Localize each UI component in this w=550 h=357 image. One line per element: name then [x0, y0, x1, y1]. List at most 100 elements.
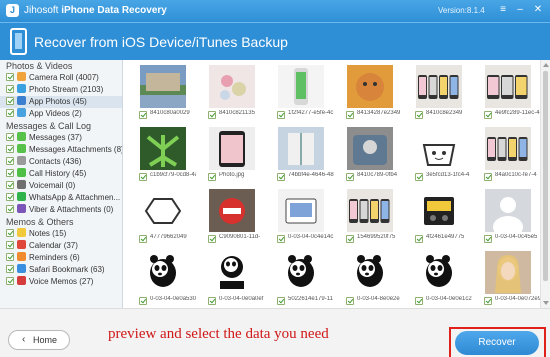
photo-thumbnail[interactable] [485, 127, 531, 170]
photo-tile[interactable]: 0-03-04-0e072e9 [475, 248, 541, 310]
sidebar-item[interactable]: WhatsApp & Attachmen... [0, 192, 122, 204]
photo-tile[interactable]: 84134287e2349 [337, 62, 403, 124]
photo-thumbnail[interactable] [416, 127, 462, 170]
category-checkbox[interactable] [6, 229, 14, 237]
sidebar-item[interactable]: Safari Bookmark (63) [0, 264, 122, 276]
category-checkbox[interactable] [6, 277, 14, 285]
photo-thumbnail[interactable] [347, 65, 393, 108]
scrollbar-thumb[interactable] [543, 71, 548, 281]
scroll-down-icon[interactable] [543, 301, 549, 305]
photo-tile[interactable]: 4e9fc289-11ec-4 [475, 62, 541, 124]
photo-tile[interactable]: 0-03-04-0e0a0ef [199, 248, 265, 310]
photo-thumbnail[interactable] [347, 189, 393, 232]
photo-tile[interactable]: 8410c8e2349 [406, 62, 472, 124]
category-checkbox[interactable] [6, 193, 14, 201]
sidebar-item[interactable]: Photo Stream (2103) [0, 84, 122, 96]
sidebar-item[interactable]: Call History (45) [0, 168, 122, 180]
photo-tile[interactable]: 84a0c10c-fe7-4 [475, 124, 541, 186]
photo-tile[interactable]: 0-03-04-0c4e14c [268, 186, 334, 248]
category-checkbox[interactable] [6, 241, 14, 249]
photo-checkbox[interactable] [208, 173, 216, 181]
photo-checkbox[interactable] [139, 297, 147, 305]
photo-checkbox[interactable] [484, 297, 492, 305]
photo-thumbnail[interactable] [416, 189, 462, 232]
photo-checkbox[interactable] [139, 235, 147, 243]
photo-checkbox[interactable] [415, 173, 423, 181]
photo-thumbnail[interactable] [278, 251, 324, 294]
category-checkbox[interactable] [6, 97, 14, 105]
photo-thumbnail[interactable] [140, 65, 186, 108]
sidebar-item[interactable]: App Videos (2) [0, 108, 122, 120]
photo-thumbnail[interactable] [209, 65, 255, 108]
vertical-scrollbar[interactable] [540, 60, 550, 308]
sidebar-item[interactable]: App Photos (45) [0, 96, 122, 108]
photo-thumbnail[interactable] [278, 65, 324, 108]
photo-checkbox[interactable] [484, 235, 492, 243]
recover-button[interactable]: Recover [455, 331, 539, 355]
photo-tile[interactable]: C9090801-11d- [199, 186, 265, 248]
sidebar-item[interactable]: Messages (37) [0, 132, 122, 144]
category-checkbox[interactable] [6, 169, 14, 177]
photo-tile[interactable]: 1f2f4277-e5fe-4c [268, 62, 334, 124]
photo-checkbox[interactable] [346, 297, 354, 305]
photo-checkbox[interactable] [277, 297, 285, 305]
photo-thumbnail[interactable] [209, 251, 255, 294]
sidebar-item[interactable]: Contacts (436) [0, 156, 122, 168]
photo-tile[interactable]: 8410c80a0029 [130, 62, 196, 124]
photo-checkbox[interactable] [139, 111, 147, 119]
sidebar-item[interactable]: Viber & Attachments (0) [0, 204, 122, 216]
sidebar-item[interactable]: Voicemail (0) [0, 180, 122, 192]
photo-checkbox[interactable] [484, 111, 492, 119]
photo-checkbox[interactable] [139, 173, 147, 181]
photo-thumbnail[interactable] [209, 189, 255, 232]
photo-thumbnail[interactable] [416, 251, 462, 294]
photo-thumbnail[interactable] [140, 251, 186, 294]
photo-tile[interactable]: 8410c821135 [199, 62, 265, 124]
photo-thumbnail[interactable] [485, 65, 531, 108]
photo-checkbox[interactable] [208, 235, 216, 243]
photo-thumbnail[interactable] [485, 251, 531, 294]
sidebar-item[interactable]: Reminders (6) [0, 252, 122, 264]
photo-checkbox[interactable] [415, 235, 423, 243]
photo-tile[interactable]: 5022614e179-11 [268, 248, 334, 310]
close-icon[interactable]: ✕ [531, 3, 545, 17]
category-checkbox[interactable] [6, 265, 14, 273]
photo-tile[interactable]: 0-03-04-0e0a530 [130, 248, 196, 310]
photo-tile[interactable]: 0-03-04-0c45e5 [475, 186, 541, 248]
sidebar-item[interactable]: Voice Memos (27) [0, 276, 122, 288]
photo-thumbnail[interactable] [416, 65, 462, 108]
photo-checkbox[interactable] [484, 173, 492, 181]
photo-checkbox[interactable] [415, 111, 423, 119]
photo-thumbnail[interactable] [278, 127, 324, 170]
photo-thumbnail[interactable] [278, 189, 324, 232]
category-checkbox[interactable] [6, 145, 14, 153]
photo-tile[interactable]: 3e5fcd13-1fc4-4 [406, 124, 472, 186]
category-checkbox[interactable] [6, 109, 14, 117]
category-checkbox[interactable] [6, 253, 14, 261]
category-checkbox[interactable] [6, 73, 14, 81]
photo-checkbox[interactable] [346, 235, 354, 243]
category-checkbox[interactable] [6, 181, 14, 189]
photo-checkbox[interactable] [277, 235, 285, 243]
photo-thumbnail[interactable] [347, 251, 393, 294]
photo-checkbox[interactable] [346, 111, 354, 119]
sidebar-item[interactable]: Notes (15) [0, 228, 122, 240]
photo-checkbox[interactable] [415, 297, 423, 305]
photo-checkbox[interactable] [208, 111, 216, 119]
photo-tile[interactable]: 154699520f75 [337, 186, 403, 248]
photo-thumbnail[interactable] [347, 127, 393, 170]
photo-checkbox[interactable] [346, 173, 354, 181]
photo-checkbox[interactable] [208, 297, 216, 305]
home-button[interactable]: ‹ Home [8, 330, 70, 350]
photo-thumbnail[interactable] [140, 127, 186, 170]
scroll-up-icon[interactable] [543, 63, 549, 67]
category-checkbox[interactable] [6, 85, 14, 93]
photo-tile[interactable]: 0-03-04-0e0e1c2 [406, 248, 472, 310]
minimize-icon[interactable]: – [513, 3, 527, 17]
sidebar-item[interactable]: Camera Roll (4007) [0, 72, 122, 84]
photo-tile[interactable]: Photo.jpg [199, 124, 265, 186]
sidebar-item[interactable]: Calendar (37) [0, 240, 122, 252]
category-checkbox[interactable] [6, 157, 14, 165]
menu-icon[interactable]: ≡ [496, 3, 510, 17]
photo-checkbox[interactable] [277, 173, 285, 181]
